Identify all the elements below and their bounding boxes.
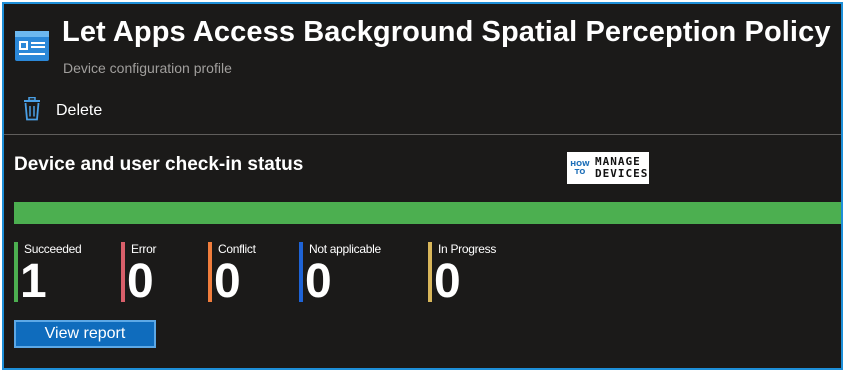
delete-button-label: Delete (56, 102, 103, 119)
page-title: Let Apps Access Background Spatial Perce… (62, 16, 831, 48)
configuration-profile-icon (14, 30, 50, 62)
stat-error-value: 0 (127, 255, 154, 308)
view-report-button[interactable]: View report (14, 320, 156, 348)
stat-not-applicable-value: 0 (305, 255, 332, 308)
stat-in-progress[interactable]: In Progress 0 (428, 242, 497, 306)
page-header: Let Apps Access Background Spatial Perce… (4, 4, 841, 84)
logo-right-text: MANAGE DEVICES (595, 155, 649, 180)
command-bar: Delete (4, 92, 841, 128)
profile-overview-panel: Let Apps Access Background Spatial Perce… (2, 2, 843, 370)
stat-succeeded[interactable]: Succeeded 1 (14, 242, 82, 306)
stat-conflict-value: 0 (214, 255, 241, 308)
stat-not-applicable-label: Not applicable (309, 242, 381, 256)
page-subtitle: Device configuration profile (63, 60, 232, 76)
howto-manage-devices-logo: HOW TO MANAGE DEVICES (567, 152, 649, 184)
checkin-status-heading: Device and user check-in status (14, 154, 304, 175)
stat-in-progress-value: 0 (434, 255, 461, 308)
stat-in-progress-label: In Progress (438, 242, 497, 256)
checkin-progress-bar (14, 202, 841, 224)
stat-succeeded-value: 1 (20, 255, 47, 308)
stat-error-label: Error (131, 242, 157, 256)
stat-conflict[interactable]: Conflict 0 (208, 242, 256, 306)
trash-icon (22, 96, 42, 126)
progress-bar-fill (14, 202, 841, 224)
stat-conflict-label: Conflict (218, 242, 256, 256)
header-divider (4, 134, 841, 135)
stat-succeeded-label: Succeeded (24, 242, 82, 256)
delete-button[interactable]: Delete (22, 96, 103, 126)
logo-left-text: HOW TO (570, 160, 590, 176)
stat-error[interactable]: Error 0 (121, 242, 157, 306)
stat-not-applicable[interactable]: Not applicable 0 (299, 242, 381, 306)
